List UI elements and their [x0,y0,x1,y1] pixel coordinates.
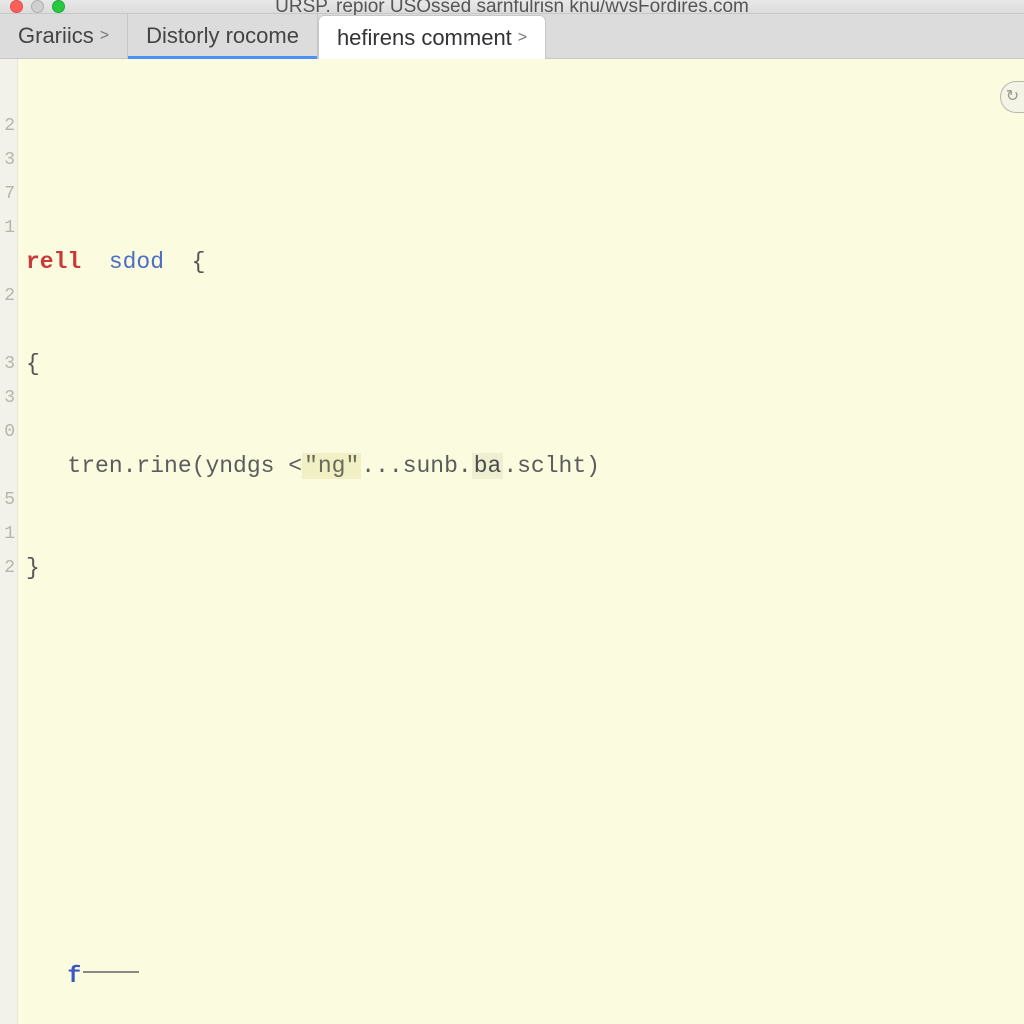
tab-distorly-rocome[interactable]: Distorly rocome [128,14,318,58]
code-line [26,755,1024,789]
token-call: tren.rine(yndgs < [67,453,302,479]
refresh-icon[interactable]: ↻ [1000,81,1024,113]
line-number [15,449,17,483]
traffic-lights [10,0,65,13]
horizontal-rule-icon [83,971,139,973]
line-number: 1 [4,211,17,245]
close-window-button[interactable] [10,0,23,13]
tab-grariics[interactable]: Grariics > [0,14,128,58]
chevron-right-icon: > [518,29,527,47]
code-line: f [26,959,1024,993]
zoom-window-button[interactable] [52,0,65,13]
line-number: 2 [4,109,17,143]
code-line: rell sdod { [26,245,1024,279]
token-brace: { [26,351,40,377]
chevron-right-icon: > [100,27,109,45]
tab-label: Grariics [18,23,94,49]
line-number: 0 [4,415,17,449]
token-string: "ng" [302,453,361,479]
line-number: 3 [4,143,17,177]
code-area[interactable]: ↻ rell sdod { { tren.rine(yndgs <"ng"...… [18,59,1024,1024]
line-number: 2 [4,551,17,585]
token-identifier: sdod [109,249,164,275]
title-bar: URSP. repior USOssed sarnfulrisn knu/wvs… [0,0,1024,14]
line-number: 2 [4,279,17,313]
line-number: 7 [4,177,17,211]
line-number: 3 [4,347,17,381]
token-f: f [67,963,81,989]
line-number [15,313,17,347]
token-text: .sclht) [503,453,600,479]
token-brace: } [26,555,40,581]
tab-hefirens-comment[interactable]: hefirens comment > [318,15,546,59]
editor[interactable]: 2 3 7 1 2 3 3 0 5 1 2 ↻ rell sdod { { tr… [0,59,1024,1024]
tab-strip: Grariics > Distorly rocome hefirens comm… [0,14,1024,59]
code-line [26,653,1024,687]
line-number: 1 [4,517,17,551]
line-number-gutter: 2 3 7 1 2 3 3 0 5 1 2 [0,59,18,1024]
token-keyword: rell [26,249,81,275]
code-line: { [26,347,1024,381]
line-number: 5 [4,483,17,517]
code-line [26,857,1024,891]
tab-label: hefirens comment [337,25,512,51]
line-number [15,245,17,279]
minimize-window-button[interactable] [31,0,44,13]
token-highlight: ba [472,453,504,479]
line-number: 3 [4,381,17,415]
tab-label: Distorly rocome [146,23,299,49]
code-line: tren.rine(yndgs <"ng"...sunb.ba.sclht) [26,449,1024,483]
code-line: } [26,551,1024,585]
token-text: ...sunb. [361,453,471,479]
token-brace: { [192,249,206,275]
